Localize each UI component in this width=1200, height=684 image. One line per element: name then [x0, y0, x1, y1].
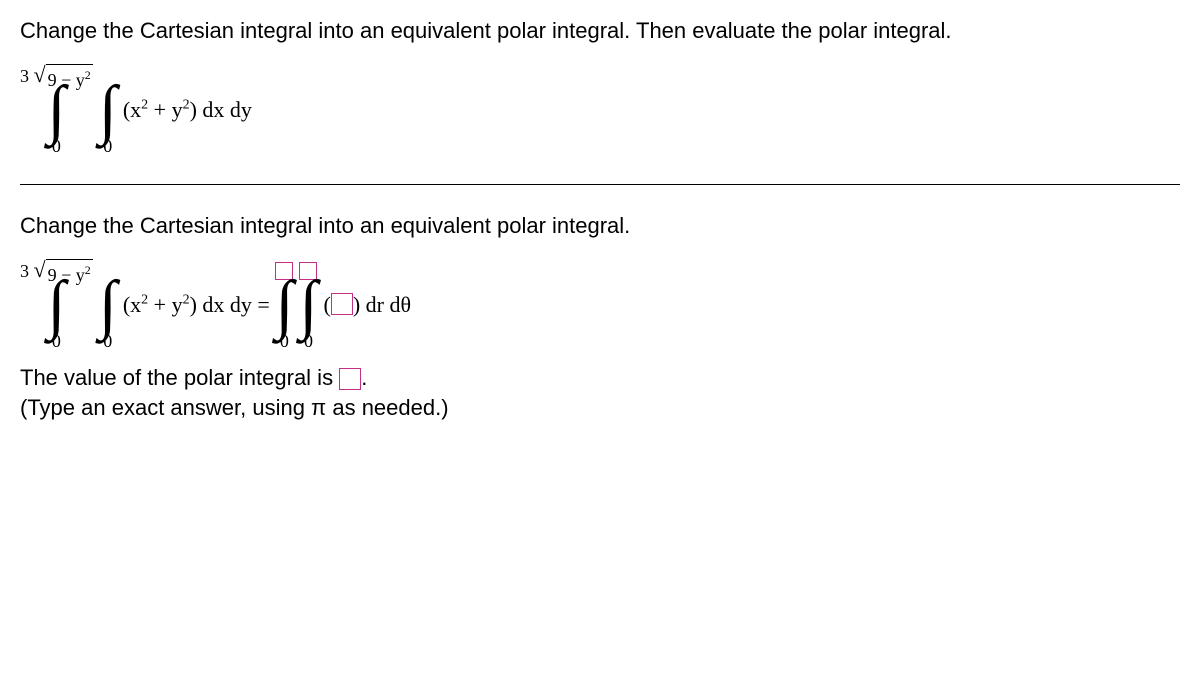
outer-lower: 0	[52, 136, 61, 156]
rhs-outer-integral: ∫ 0	[275, 259, 293, 351]
lhs-inner-integral: ∫ 0	[99, 259, 117, 351]
rhs-inner-integral: ∫ 0	[299, 259, 317, 351]
lhs-outer-integral: 3 √ 9 − y2 ∫ 0	[20, 259, 93, 351]
integrand-input[interactable]	[331, 293, 353, 315]
conversion-equation: 3 √ 9 − y2 ∫ 0 ∫ 0 (x2 + y2) dx dy = ∫ 0…	[20, 259, 411, 351]
divider	[20, 184, 1180, 185]
lhs-integrand: (x2 + y2) dx dy =	[123, 292, 276, 318]
value-input[interactable]	[339, 368, 361, 390]
rhs-integrand: () dr dθ	[324, 292, 412, 318]
subprompt: Change the Cartesian integral into an eq…	[20, 213, 1180, 239]
value-line: The value of the polar integral is .	[20, 365, 1180, 391]
outer-integral-sign: 3 √ 9 − y2 ∫ 0	[20, 64, 93, 156]
outer-upper-pre: 3	[20, 66, 29, 86]
hint-line: (Type an exact answer, using π as needed…	[20, 395, 1180, 421]
integrand: (x2 + y2) dx dy	[123, 97, 252, 123]
inner-integral-sign: ∫ 0	[99, 64, 117, 156]
given-integral: 3 √ 9 − y2 ∫ 0 ∫ 0 (x2 + y2) dx dy	[20, 64, 252, 156]
question-prompt: Change the Cartesian integral into an eq…	[20, 18, 1180, 44]
